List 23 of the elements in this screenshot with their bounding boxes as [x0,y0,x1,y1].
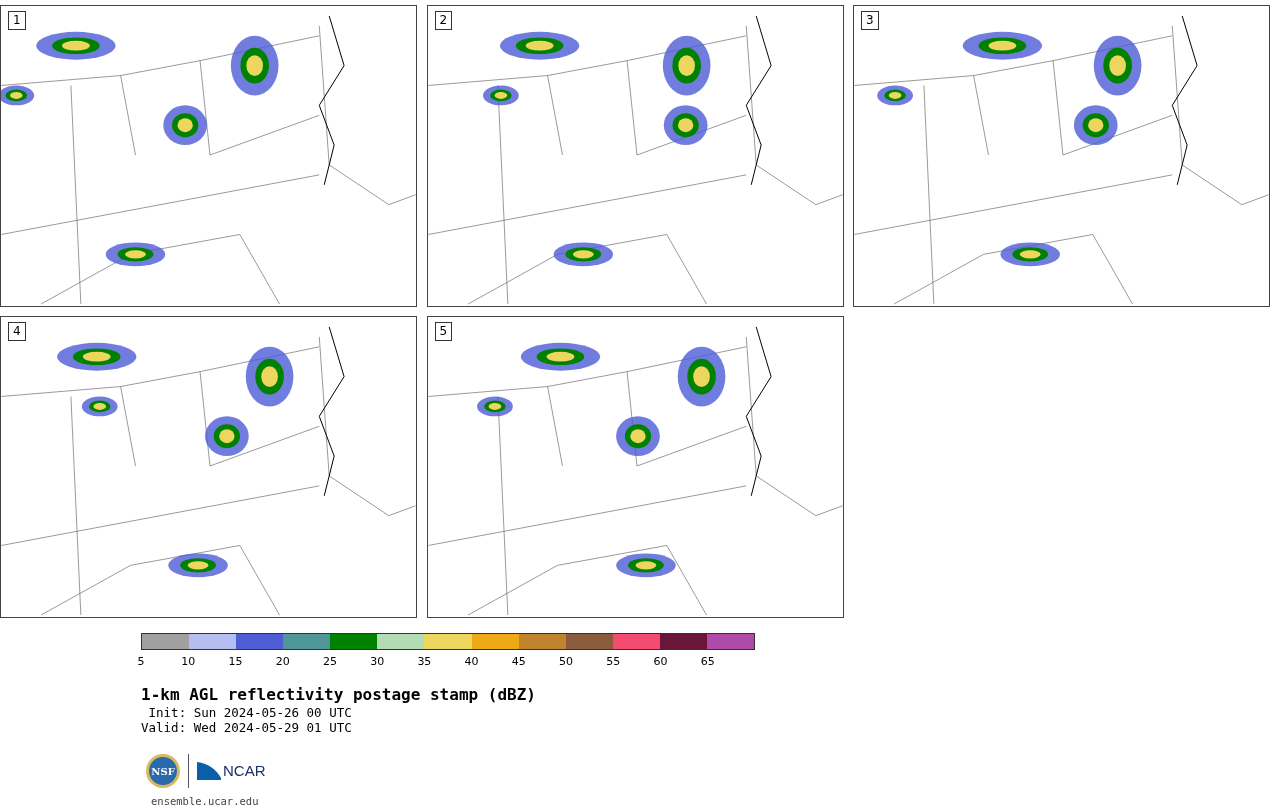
tick-label: 50 [559,656,574,668]
tick-label: 10 [181,656,196,668]
panel-number: 1 [8,11,26,30]
tick-label: 55 [606,656,621,668]
tick-label: 15 [228,656,243,668]
tick-label: 5 [137,656,145,668]
nsf-logo: NSF [146,754,180,788]
site-url: ensemble.ucar.edu [151,794,260,809]
valid-time: Valid: Wed 2024-05-29 01 UTC [141,720,353,735]
tick-label: 60 [653,656,668,668]
tick-label: 25 [322,656,337,668]
tick-label: 40 [464,656,479,668]
swoosh-icon [197,762,221,780]
tick-label: 30 [370,656,385,668]
plot-title: 1-km AGL reflectivity postage stamp (dBZ) [141,685,537,705]
panel-number: 3 [861,11,879,30]
tick-label: 45 [511,656,526,668]
tick-label: 65 [700,656,715,668]
init-time: Init: Sun 2024-05-26 00 UTC [147,705,353,720]
tick-label: 35 [417,656,432,668]
tick-label: 20 [275,656,290,668]
panel-number: 4 [8,322,26,341]
ncar-logo: NCAR [197,759,266,783]
